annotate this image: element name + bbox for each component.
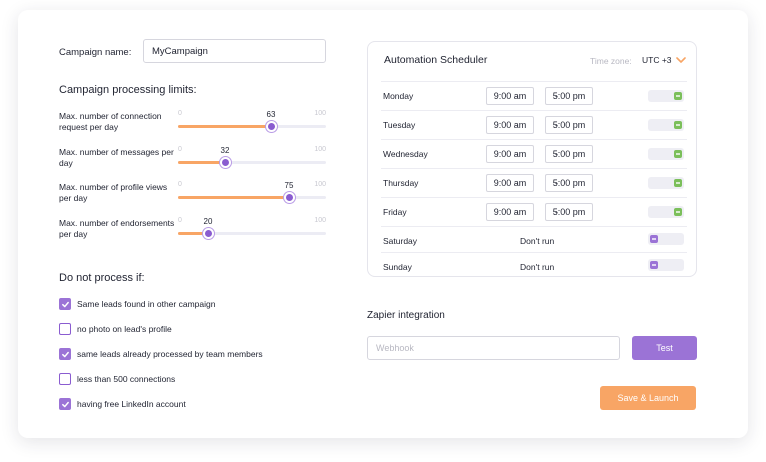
schedule-row-wednesday: Wednesday 9:00 am -5:00 pm <box>381 139 687 168</box>
start-time-input[interactable]: 9:00 am <box>486 87 534 105</box>
slider-thumb[interactable] <box>202 228 214 239</box>
webhook-input[interactable] <box>367 336 620 360</box>
chevron-down-icon[interactable] <box>676 56 686 64</box>
day-toggle[interactable] <box>648 148 684 160</box>
checkbox[interactable] <box>59 398 71 410</box>
start-time-input[interactable]: 9:00 am <box>486 145 534 163</box>
day-toggle[interactable] <box>648 233 684 245</box>
save-launch-button[interactable]: Save & Launch <box>600 386 696 410</box>
exclusion-item[interactable]: having free LinkedIn account <box>59 398 186 410</box>
slider-label: Max. number of profile views per day <box>59 182 168 203</box>
test-button[interactable]: Test <box>632 336 697 360</box>
check-icon <box>61 351 69 357</box>
limit-slider[interactable]: 0 100 63 <box>178 110 326 132</box>
start-time-input[interactable]: 9:00 am <box>486 203 534 221</box>
exclusion-item[interactable]: less than 500 connections <box>59 373 175 385</box>
slider-label: Max. number of endorsements per day <box>59 218 175 239</box>
exclusion-item[interactable]: same leads already processed by team mem… <box>59 348 263 360</box>
schedule-row-monday: Monday 9:00 am -5:00 pm <box>381 81 687 110</box>
campaign-settings-card: Campaign name: MyCampaign Campaign proce… <box>18 10 748 438</box>
day-label: Wednesday <box>383 149 428 159</box>
toggle-knob <box>674 179 682 187</box>
slider-fill <box>178 196 289 199</box>
checkbox[interactable] <box>59 373 71 385</box>
toggle-knob <box>674 92 682 100</box>
end-time-input[interactable]: 5:00 pm <box>545 87 593 105</box>
schedule-row-sunday: Sunday Don't run <box>381 252 687 278</box>
slider-value: 75 <box>284 181 294 190</box>
slider-min: 0 <box>178 146 182 153</box>
dont-run-status: Don't run <box>520 262 555 272</box>
end-time-input[interactable]: 5:00 pm <box>545 116 593 134</box>
slider-thumb[interactable] <box>265 121 277 132</box>
start-time-input[interactable]: 9:00 am <box>486 116 534 134</box>
slider-label: Max. number of connection request per da… <box>59 111 162 132</box>
toggle-knob <box>674 150 682 158</box>
zapier-title: Zapier integration <box>367 310 445 321</box>
checkbox-label: Same leads found in other campaign <box>77 299 216 309</box>
limit-slider[interactable]: 0 100 75 <box>178 181 326 203</box>
slider-thumb[interactable] <box>219 157 231 168</box>
dont-run-status: Don't run <box>520 236 555 246</box>
automation-scheduler: Automation Scheduler Time zone: UTC +3 M… <box>367 41 697 277</box>
timezone-label: Time zone: <box>590 56 632 66</box>
slider-max: 100 <box>314 110 326 117</box>
check-icon <box>61 401 69 407</box>
checkbox[interactable] <box>59 298 71 310</box>
slider-fill <box>178 161 225 164</box>
processing-limits-title: Campaign processing limits: <box>59 84 197 96</box>
limit-slider[interactable]: 0 100 20 <box>178 217 326 239</box>
check-icon <box>61 301 69 307</box>
do-not-process-title: Do not process if: <box>59 272 145 284</box>
day-label: Monday <box>383 91 414 101</box>
schedule-row-thursday: Thursday 9:00 am -5:00 pm <box>381 168 687 197</box>
slider-min: 0 <box>178 217 182 224</box>
checkbox-label: no photo on lead's profile <box>77 324 172 334</box>
end-time-input[interactable]: 5:00 pm <box>545 174 593 192</box>
day-toggle[interactable] <box>648 119 684 131</box>
day-label: Thursday <box>383 178 419 188</box>
start-time-input[interactable]: 9:00 am <box>486 174 534 192</box>
end-time-input[interactable]: 5:00 pm <box>545 145 593 163</box>
toggle-knob <box>674 208 682 216</box>
toggle-knob <box>650 235 658 243</box>
checkbox[interactable] <box>59 323 71 335</box>
slider-min: 0 <box>178 110 182 117</box>
campaign-name-label: Campaign name: <box>59 47 132 58</box>
schedule-row-tuesday: Tuesday 9:00 am -5:00 pm <box>381 110 687 139</box>
slider-value: 20 <box>203 217 213 226</box>
day-label: Tuesday <box>383 120 416 130</box>
day-label: Friday <box>383 207 407 217</box>
slider-max: 100 <box>314 181 326 188</box>
campaign-name-input[interactable]: MyCampaign <box>143 39 326 63</box>
exclusion-item[interactable]: Same leads found in other campaign <box>59 298 215 310</box>
slider-label: Max. number of messages per day <box>59 147 174 168</box>
slider-max: 100 <box>314 217 326 224</box>
day-toggle[interactable] <box>648 206 684 218</box>
checkbox-label: having free LinkedIn account <box>77 399 186 409</box>
slider-min: 0 <box>178 181 182 188</box>
schedule-row-saturday: Saturday Don't run <box>381 226 687 252</box>
checkbox-label: same leads already processed by team mem… <box>77 349 263 359</box>
scheduler-title: Automation Scheduler <box>384 54 488 66</box>
timezone-select[interactable]: UTC +3 <box>642 55 672 65</box>
slider-value: 63 <box>266 110 276 119</box>
end-time-input[interactable]: 5:00 pm <box>545 203 593 221</box>
day-toggle[interactable] <box>648 90 684 102</box>
slider-thumb[interactable] <box>283 192 295 203</box>
toggle-knob <box>650 261 658 269</box>
day-label: Sunday <box>383 262 412 272</box>
day-toggle[interactable] <box>648 259 684 271</box>
exclusion-item[interactable]: no photo on lead's profile <box>59 323 172 335</box>
checkbox-label: less than 500 connections <box>77 374 176 384</box>
schedule-row-friday: Friday 9:00 am -5:00 pm <box>381 197 687 226</box>
slider-value: 32 <box>220 146 230 155</box>
day-label: Saturday <box>383 236 418 246</box>
slider-fill <box>178 125 271 128</box>
checkbox[interactable] <box>59 348 71 360</box>
toggle-knob <box>674 121 682 129</box>
day-toggle[interactable] <box>648 177 684 189</box>
limit-slider[interactable]: 0 100 32 <box>178 146 326 168</box>
slider-max: 100 <box>314 146 326 153</box>
